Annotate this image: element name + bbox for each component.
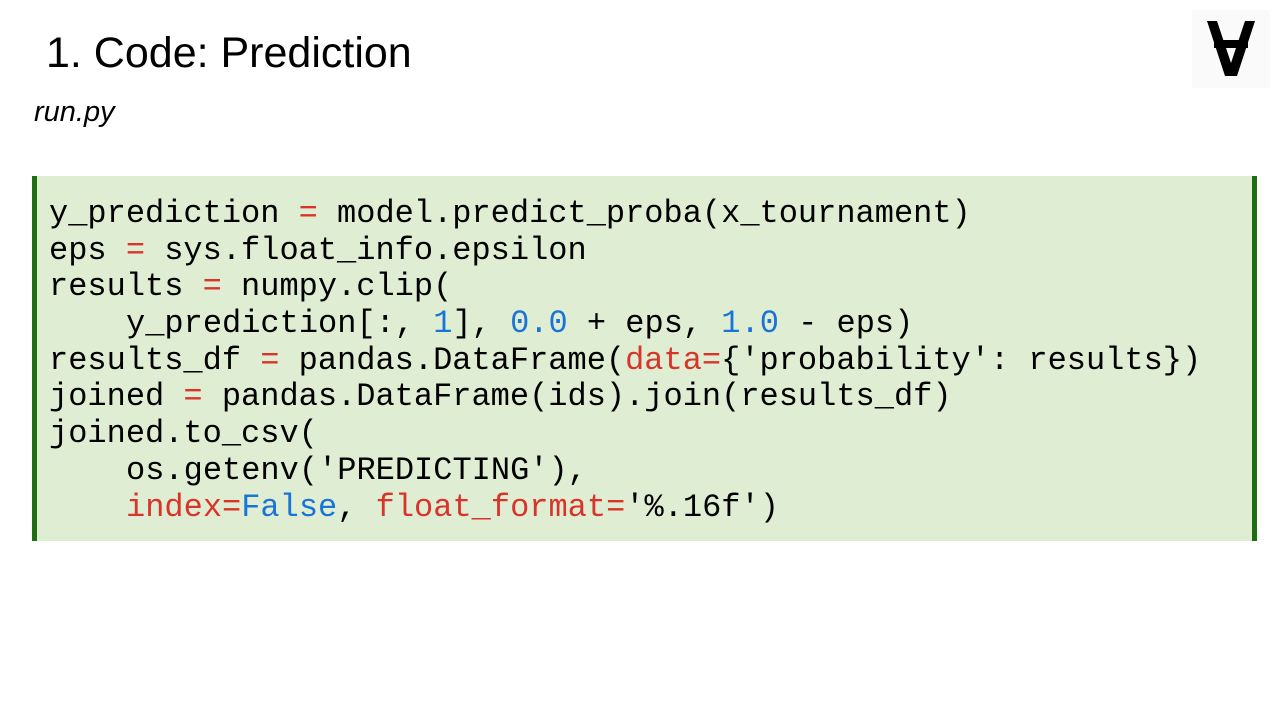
code-token: model.predict_proba(x_tournament) bbox=[317, 195, 971, 232]
code-token: = bbox=[298, 195, 318, 232]
code-block: y_prediction = model.predict_proba(x_tou… bbox=[32, 176, 1257, 541]
code-token: results bbox=[49, 268, 203, 306]
code-line: results = numpy.clip( bbox=[49, 269, 1201, 306]
slide-title: 1. Code: Prediction bbox=[46, 29, 412, 77]
code-line: index=False, float_format='%.16f') bbox=[49, 488, 1201, 527]
code-listing: y_prediction = model.predict_proba(x_tou… bbox=[49, 195, 1202, 527]
code-token: os.getenv('PREDICTING'), bbox=[126, 451, 587, 489]
code-token: sys.float_info.epsilon bbox=[145, 231, 587, 269]
code-token: False bbox=[241, 488, 338, 526]
code-token: results_df bbox=[49, 341, 261, 379]
code-token: y_prediction bbox=[49, 195, 299, 232]
code-line: y_prediction = model.predict_proba(x_tou… bbox=[49, 195, 1201, 233]
code-token: y_prediction[:, bbox=[126, 305, 434, 343]
code-line: eps = sys.float_info.epsilon bbox=[49, 231, 1201, 270]
code-token: index= bbox=[126, 488, 242, 526]
code-line: results_df = pandas.DataFrame(data={'pro… bbox=[49, 341, 1202, 380]
code-line: joined = pandas.DataFrame(ids).join(resu… bbox=[49, 379, 1201, 416]
code-token: + eps, bbox=[567, 305, 722, 343]
inverted-a-logo-icon bbox=[1207, 21, 1255, 76]
code-token: {'probability': results}) bbox=[721, 341, 1202, 379]
code-token: = bbox=[260, 341, 280, 379]
code-line: y_prediction[:, 1], 0.0 + eps, 1.0 - eps… bbox=[49, 305, 1201, 343]
code-token: 1 bbox=[433, 305, 453, 343]
code-token: float_format= bbox=[375, 488, 626, 526]
code-line: os.getenv('PREDICTING'), bbox=[49, 451, 1201, 490]
code-token: joined bbox=[49, 378, 184, 416]
code-token: ], bbox=[452, 305, 511, 343]
code-line: joined.to_csv( bbox=[49, 415, 1201, 453]
code-token: joined.to_csv( bbox=[49, 415, 318, 453]
code-token: = bbox=[202, 268, 222, 306]
code-token: - eps) bbox=[778, 305, 914, 343]
code-token: pandas.DataFrame( bbox=[279, 341, 626, 379]
logo bbox=[1192, 10, 1270, 88]
code-token: 0.0 bbox=[510, 305, 568, 343]
code-token: '%.16f') bbox=[625, 488, 779, 526]
file-name-label: run.py bbox=[34, 96, 115, 128]
code-token: , bbox=[337, 488, 376, 526]
code-token: = bbox=[183, 378, 203, 416]
code-token: = bbox=[125, 231, 146, 269]
code-token: numpy.clip( bbox=[221, 268, 453, 306]
code-token: data= bbox=[625, 341, 722, 379]
code-token: pandas.DataFrame(ids).join(results_df) bbox=[202, 378, 952, 416]
code-token: eps bbox=[49, 231, 126, 269]
code-token: 1.0 bbox=[721, 305, 779, 343]
